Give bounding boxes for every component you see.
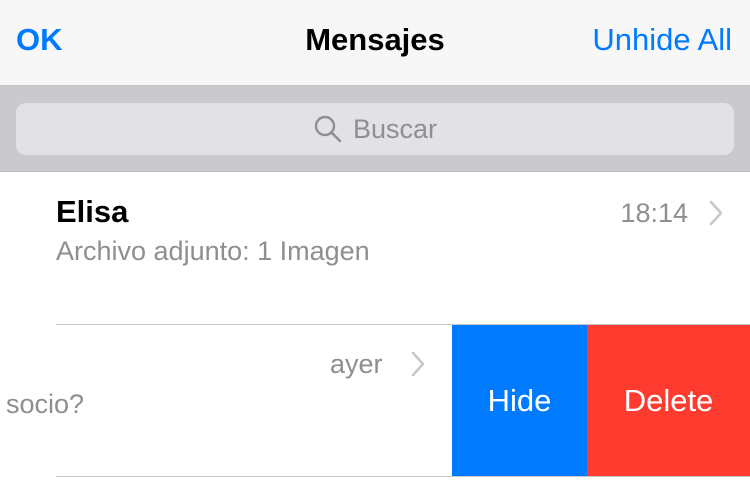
conversation-row[interactable] xyxy=(0,477,750,499)
delete-button[interactable]: Delete xyxy=(587,325,750,476)
message-preview: Archivo adjunto: 1 Imagen xyxy=(56,236,370,266)
hide-button[interactable]: Hide xyxy=(452,325,587,476)
conversation-row-swiped[interactable]: ayer socio? Hide Delete xyxy=(0,325,750,476)
contact-name: Elisa xyxy=(56,194,129,229)
search-bar-container: Buscar xyxy=(0,86,750,172)
ok-button[interactable]: OK xyxy=(16,22,63,58)
message-time: 18:14 xyxy=(620,198,688,228)
message-preview: socio? xyxy=(6,389,85,419)
message-time: ayer xyxy=(330,349,383,379)
navigation-bar: OK Mensajes Unhide All xyxy=(0,0,750,86)
search-input[interactable]: Buscar xyxy=(16,103,734,155)
search-icon xyxy=(314,115,342,143)
unhide-all-button[interactable]: Unhide All xyxy=(592,22,732,58)
chevron-right-icon xyxy=(411,351,425,377)
search-placeholder: Buscar xyxy=(352,113,438,144)
conversation-row[interactable]: Elisa 18:14 Archivo adjunto: 1 Imagen xyxy=(0,172,750,324)
chevron-right-icon xyxy=(709,200,723,226)
